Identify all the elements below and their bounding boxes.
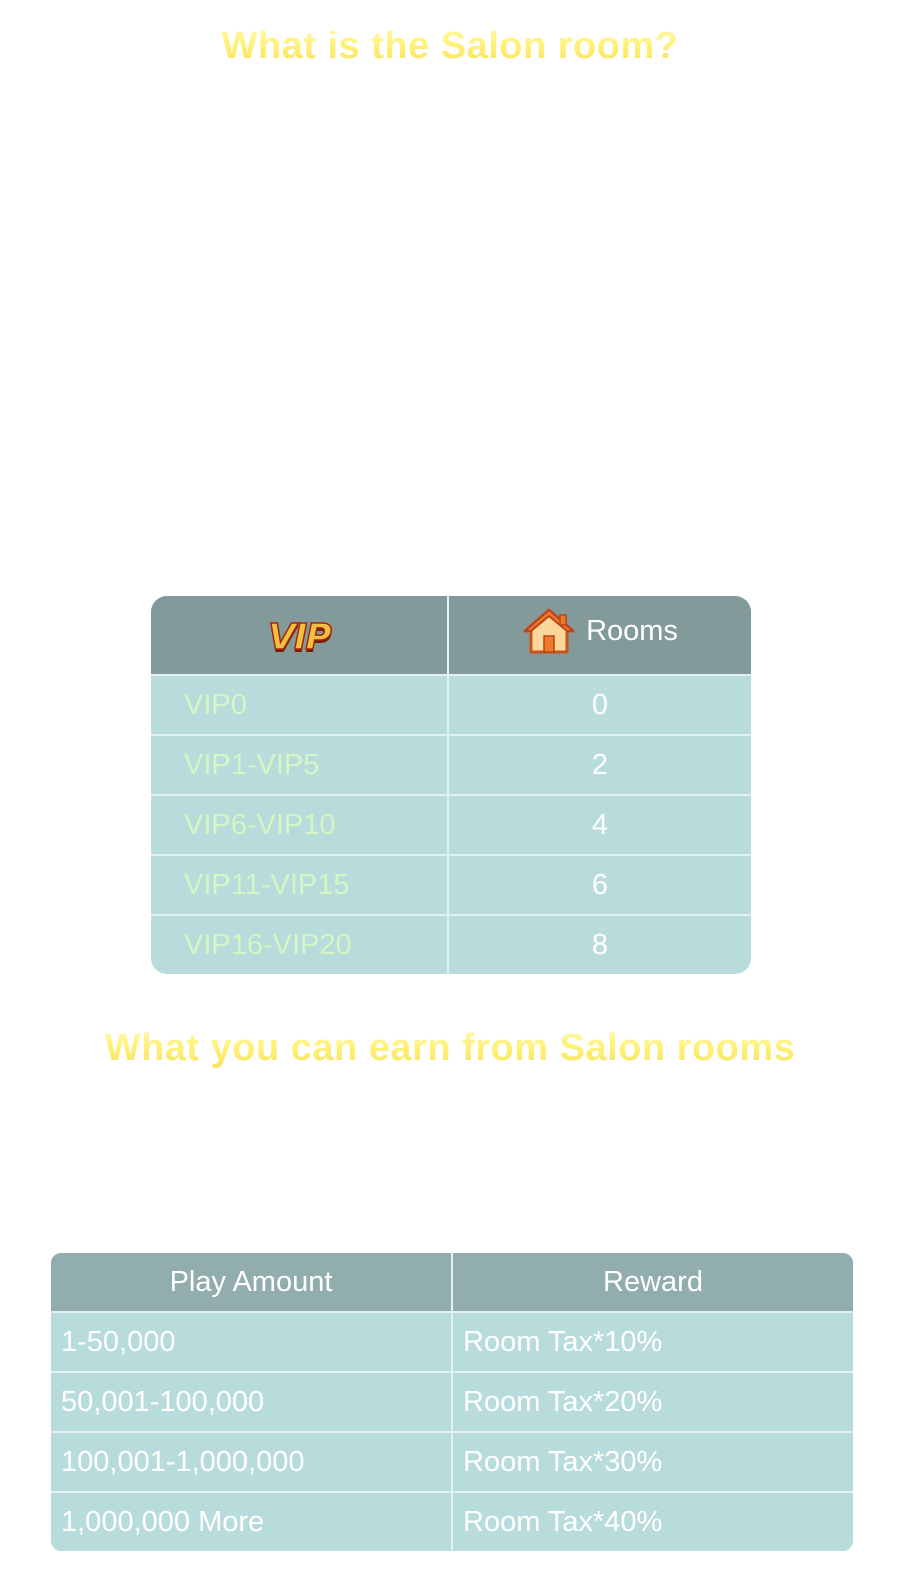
reward-cell: Room Tax*10% [453,1313,853,1373]
table-row: VIP0 0 [151,676,751,736]
room-count-cell: 0 [449,676,751,736]
vip-level-cell: VIP0 [151,676,449,736]
reward-cell: Room Tax*40% [463,1505,663,1538]
table-row: VIP16-VIP20 8 [151,916,751,974]
play-amount-header: Play Amount [51,1253,453,1313]
room-count-cell: 8 [591,928,609,961]
rooms-column-header: Rooms [449,596,751,676]
play-amount-cell: 50,001-100,000 [51,1373,453,1433]
vip-level-cell: VIP11-VIP15 [151,856,449,916]
rooms-header-label: Rooms [586,614,678,647]
room-count-cell: 2 [449,736,751,796]
reward-cell: Room Tax*20% [453,1373,853,1433]
vip-logo: VIP [267,616,332,659]
house-icon [522,607,576,655]
earnings-heading: What you can earn from Salon rooms [0,1025,900,1071]
table-row: VIP6-VIP10 4 [151,796,751,856]
vip-level-cell: VIP16-VIP20 [151,916,449,974]
table-row: 1-50,000 Room Tax*10% [51,1313,853,1373]
play-amount-cell: 1-50,000 [51,1313,453,1373]
table-row: 100,001-1,000,000 Room Tax*30% [51,1433,853,1493]
reward-header: Reward [453,1253,853,1313]
play-amount-cell: 100,001-1,000,000 [51,1433,453,1493]
table-row: VIP1-VIP5 2 [151,736,751,796]
play-amount-cell: 1,000,000 More [51,1493,453,1551]
table-row: VIP11-VIP15 6 [151,856,751,916]
room-count-cell: 4 [449,796,751,856]
table-header-row: Play Amount Reward [51,1253,853,1313]
table-row: 50,001-100,000 Room Tax*20% [51,1373,853,1433]
vip-rooms-table: VIP Rooms VIP0 0 VIP1-VIP5 2 VIP6-VIP10 … [151,596,751,974]
vip-level-cell: VIP1-VIP5 [151,736,449,796]
table-header-row: VIP Rooms [151,596,751,676]
vip-column-header: VIP [151,596,449,676]
room-count-cell: 6 [449,856,751,916]
table-row: 1,000,000 More Room Tax*40% [51,1493,853,1551]
salon-room-heading: What is the Salon room? [0,23,900,69]
reward-table: Play Amount Reward 1-50,000 Room Tax*10%… [51,1253,853,1551]
reward-cell: Room Tax*30% [453,1433,853,1493]
vip-level-cell: VIP6-VIP10 [151,796,449,856]
